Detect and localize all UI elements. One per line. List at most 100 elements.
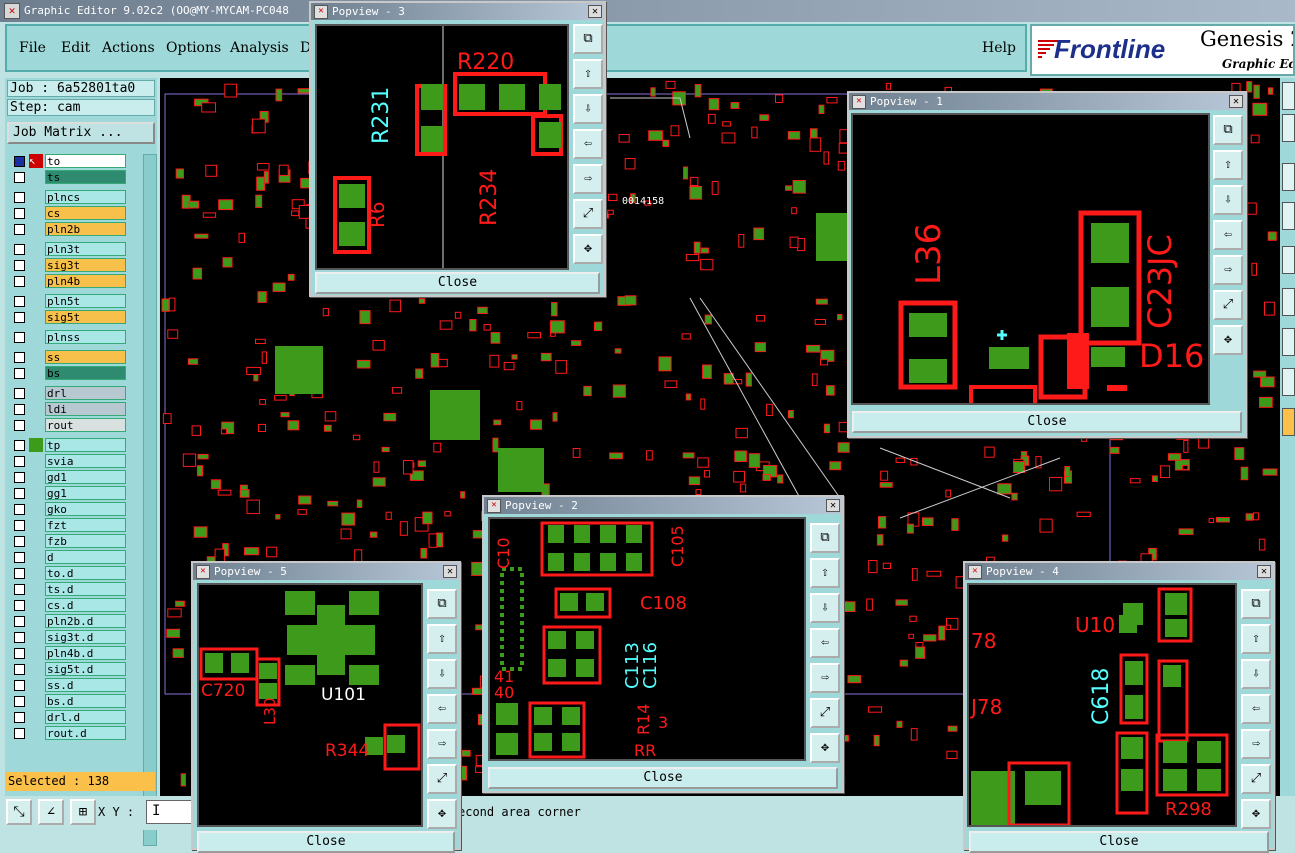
popview-3-close-icon[interactable]: ✕	[588, 5, 602, 18]
layer-name[interactable]: sig5t.d	[45, 662, 126, 676]
layer-row[interactable]: gko	[7, 502, 132, 517]
layer-name[interactable]: pln3t	[45, 242, 126, 256]
layer-checkbox[interactable]	[14, 728, 25, 739]
layer-name[interactable]: pln4b.d	[45, 646, 126, 660]
layer-checkbox[interactable]	[14, 520, 25, 531]
popview-3-close-button[interactable]: Close	[315, 272, 600, 294]
layer-name[interactable]: rout	[45, 418, 126, 432]
zoom-fit-icon[interactable]: ⤢	[810, 698, 840, 728]
copy-view-icon[interactable]: ⧉	[1213, 115, 1243, 145]
layer-row[interactable]: drl	[7, 386, 132, 401]
layer-name[interactable]: bs.d	[45, 694, 126, 708]
layer-checkbox[interactable]	[14, 244, 25, 255]
layer-checkbox[interactable]	[14, 632, 25, 643]
pan-right-icon[interactable]: ⇨	[427, 729, 457, 759]
copy-view-icon[interactable]: ⧉	[427, 589, 457, 619]
layer-checkbox[interactable]	[14, 552, 25, 563]
layer-row[interactable]: cs	[7, 206, 132, 221]
pan-down-icon[interactable]: ⇩	[573, 94, 603, 124]
layer-checkbox[interactable]	[14, 332, 25, 343]
layer-name[interactable]: d	[45, 550, 126, 564]
layer-name[interactable]: ss.d	[45, 678, 126, 692]
move-icon[interactable]: ✥	[1241, 799, 1271, 829]
layer-checkbox[interactable]	[14, 504, 25, 515]
layer-name[interactable]: gko	[45, 502, 126, 516]
layer-name[interactable]: pln2b	[45, 222, 126, 236]
layer-row[interactable]: pln5t	[7, 294, 132, 309]
layer-name[interactable]: to.d	[45, 566, 126, 580]
pan-right-icon[interactable]: ⇨	[810, 663, 840, 693]
right-tool-8[interactable]	[1282, 368, 1295, 396]
layer-name[interactable]: pln5t	[45, 294, 126, 308]
layer-checkbox[interactable]	[14, 600, 25, 611]
layer-checkbox[interactable]	[14, 420, 25, 431]
layer-name[interactable]: fzt	[45, 518, 126, 532]
measure-icon[interactable]: ∠	[38, 799, 64, 825]
menu-actions[interactable]: Actions	[102, 40, 155, 56]
right-tool-2[interactable]	[1282, 114, 1295, 142]
layer-name[interactable]: tp	[45, 438, 126, 452]
pan-up-icon[interactable]: ⇧	[1241, 624, 1271, 654]
layer-row[interactable]: pln2b.d	[7, 614, 132, 629]
layer-checkbox[interactable]	[14, 312, 25, 323]
layer-row[interactable]: gg1	[7, 486, 132, 501]
layer-checkbox[interactable]	[14, 440, 25, 451]
right-tool-7[interactable]	[1282, 328, 1295, 356]
layer-checkbox[interactable]	[14, 536, 25, 547]
menu-analysis[interactable]: Analysis	[230, 40, 289, 56]
layer-row[interactable]: d	[7, 550, 132, 565]
layer-row[interactable]: bs	[7, 366, 132, 381]
popview-4-view[interactable]: 78 U10 C618 J78 R298	[967, 583, 1237, 827]
layer-checkbox[interactable]	[14, 156, 25, 167]
layer-row[interactable]: plncs	[7, 190, 132, 205]
layer-name[interactable]: svia	[45, 454, 126, 468]
layer-checkbox[interactable]	[14, 648, 25, 659]
close-icon[interactable]: ✕	[968, 565, 982, 579]
pointer-icon[interactable]: ↖	[29, 154, 43, 168]
layer-checkbox[interactable]	[14, 696, 25, 707]
menu-edit[interactable]: Edit	[61, 40, 90, 56]
layer-row[interactable]: ts	[7, 170, 132, 185]
pan-up-icon[interactable]: ⇧	[427, 624, 457, 654]
layer-row[interactable]: pln4b.d	[7, 646, 132, 661]
layer-name[interactable]: ts.d	[45, 582, 126, 596]
layer-checkbox[interactable]	[14, 276, 25, 287]
layer-name[interactable]: rout.d	[45, 726, 126, 740]
pan-up-icon[interactable]: ⇧	[1213, 150, 1243, 180]
popview-1-view[interactable]: L36 C23JC D16	[851, 113, 1210, 405]
menu-help[interactable]: Help	[982, 40, 1016, 56]
layer-checkbox[interactable]	[14, 568, 25, 579]
layer-checkbox[interactable]	[14, 260, 25, 271]
layer-name[interactable]: pln4b	[45, 274, 126, 288]
layer-checkbox[interactable]	[14, 584, 25, 595]
layer-name[interactable]: gd1	[45, 470, 126, 484]
right-tool-1[interactable]	[1282, 82, 1295, 110]
layer-name[interactable]: gg1	[45, 486, 126, 500]
layer-name[interactable]: sig5t	[45, 310, 126, 324]
zoom-fit-icon[interactable]: ⤢	[573, 199, 603, 229]
layer-list-scrollbar[interactable]	[143, 154, 157, 846]
close-icon[interactable]: ✕	[852, 95, 866, 109]
layer-name[interactable]: ts	[45, 170, 126, 184]
layer-checkbox[interactable]	[14, 192, 25, 203]
pan-down-icon[interactable]: ⇩	[1241, 659, 1271, 689]
popview-1-close-icon[interactable]: ✕	[1229, 95, 1243, 108]
layer-row[interactable]: sig3t.d	[7, 630, 132, 645]
layer-row[interactable]: cs.d	[7, 598, 132, 613]
right-tool-5[interactable]	[1282, 246, 1295, 274]
layer-name[interactable]: plncs	[45, 190, 126, 204]
layer-row[interactable]: pln4b	[7, 274, 132, 289]
layer-row[interactable]: plnss	[7, 330, 132, 345]
layer-checkbox[interactable]	[14, 404, 25, 415]
move-icon[interactable]: ✥	[810, 733, 840, 763]
zoom-fit-icon[interactable]: ⤢	[1241, 764, 1271, 794]
layer-row[interactable]: bs.d	[7, 694, 132, 709]
layer-row[interactable]: ts.d	[7, 582, 132, 597]
layer-checkbox[interactable]	[14, 296, 25, 307]
layer-checkbox[interactable]	[14, 680, 25, 691]
popview-1-close-button[interactable]: Close	[852, 411, 1242, 433]
layer-name[interactable]: pln2b.d	[45, 614, 126, 628]
layer-row[interactable]: pln3t	[7, 242, 132, 257]
layer-row[interactable]: gd1	[7, 470, 132, 485]
layer-name[interactable]: sig3t.d	[45, 630, 126, 644]
